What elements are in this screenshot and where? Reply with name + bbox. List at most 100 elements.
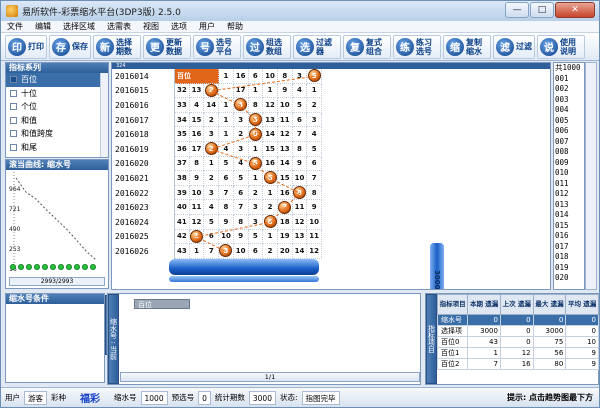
grid-cell[interactable]: 6 bbox=[204, 229, 220, 245]
grid-cell[interactable]: 2 bbox=[204, 83, 220, 99]
grid-cell[interactable]: 39 bbox=[175, 185, 190, 201]
grid-cell[interactable]: 12 bbox=[189, 214, 205, 230]
grid-cell[interactable]: 41 bbox=[175, 214, 190, 230]
grid-cell[interactable]: 9 bbox=[277, 83, 293, 99]
number-item[interactable]: 019 bbox=[554, 263, 584, 274]
grid-cell[interactable]: 14 bbox=[204, 98, 220, 113]
grid-cell[interactable] bbox=[219, 83, 234, 99]
grid-cell[interactable]: 7 bbox=[233, 200, 249, 215]
toolbar-button-1[interactable]: 存保存 bbox=[49, 34, 91, 59]
grid-cell[interactable]: 35 bbox=[175, 127, 190, 142]
grid-cell[interactable]: 2 bbox=[263, 200, 278, 215]
grid-cell[interactable]: 7 bbox=[204, 244, 220, 259]
toolbar-button-8[interactable]: 练练习 选号 bbox=[393, 34, 441, 59]
toolbar-button-2[interactable]: 新选择 期数 bbox=[93, 34, 141, 59]
grid-cell[interactable]: 40 bbox=[175, 200, 190, 215]
number-item[interactable]: 015 bbox=[554, 221, 584, 232]
grid-cell[interactable]: 2 bbox=[263, 244, 278, 259]
grid-cell[interactable]: 4 bbox=[292, 83, 308, 99]
grid-side-bar[interactable]: 3000 / 1000 bbox=[430, 243, 444, 289]
grid-cell[interactable]: 14 bbox=[263, 127, 278, 142]
grid-cell[interactable]: 16 bbox=[263, 156, 278, 172]
toolbar-button-0[interactable]: 印打印 bbox=[5, 34, 47, 59]
grid-cell[interactable]: 5 bbox=[233, 171, 249, 186]
number-item[interactable]: 001 bbox=[554, 74, 584, 85]
grid-cell[interactable]: 13 bbox=[277, 141, 293, 157]
stats-column-header[interactable]: 上次 遗漏 bbox=[499, 294, 534, 315]
minimize-button[interactable]: — bbox=[505, 2, 529, 18]
grid-cell[interactable]: 1 bbox=[248, 171, 264, 186]
grid-cell[interactable]: 5 bbox=[248, 112, 264, 128]
toolbar-button-5[interactable]: 过组选 数组 bbox=[243, 34, 291, 59]
menu-edit[interactable]: 编辑 bbox=[29, 21, 57, 33]
grid-cell[interactable]: 1 bbox=[263, 83, 278, 99]
grid-cell[interactable]: 17 bbox=[189, 141, 205, 157]
indicator-item[interactable]: 和值跨度 bbox=[6, 127, 108, 141]
grid-cell[interactable]: 2 bbox=[307, 98, 323, 113]
grid-cell[interactable]: 5 bbox=[307, 69, 323, 84]
grid-cell[interactable]: 1 bbox=[219, 112, 234, 128]
grid-cell[interactable]: 15 bbox=[189, 112, 205, 128]
number-item[interactable]: 012 bbox=[554, 189, 584, 200]
menu-view[interactable]: 视图 bbox=[137, 21, 165, 33]
indicator-scrollbar[interactable] bbox=[100, 73, 108, 157]
grid-cell[interactable]: 6 bbox=[263, 214, 278, 230]
grid-cell[interactable]: 17 bbox=[233, 83, 249, 99]
grid-cell[interactable]: 8 bbox=[307, 185, 323, 201]
grid-cell[interactable]: 1 bbox=[189, 229, 205, 245]
grid-cell[interactable]: 7 bbox=[307, 171, 323, 186]
grid-cell[interactable]: 7 bbox=[292, 127, 308, 142]
grid-cell[interactable]: 11 bbox=[189, 200, 205, 215]
grid-cell[interactable]: 8 bbox=[233, 214, 249, 230]
grid-cell[interactable]: 2 bbox=[233, 127, 249, 142]
grid-cell[interactable]: 9 bbox=[307, 200, 323, 215]
stats-column-header[interactable]: 指标项目 bbox=[436, 294, 469, 315]
grid-cell[interactable]: 32 bbox=[175, 83, 190, 99]
grid-cell[interactable]: 9 bbox=[233, 229, 249, 245]
number-item[interactable]: 013 bbox=[554, 200, 584, 211]
maximize-button[interactable]: □ bbox=[530, 2, 554, 18]
grid-cell[interactable]: 15 bbox=[277, 171, 293, 186]
grid-cell[interactable]: 6 bbox=[248, 69, 264, 84]
grid-cell[interactable]: 6 bbox=[292, 112, 308, 128]
curve-nav[interactable]: 2993/2993 bbox=[9, 277, 105, 286]
grid-cell[interactable]: 11 bbox=[292, 200, 308, 215]
grid-cell[interactable]: 9 bbox=[292, 156, 308, 172]
grid-cell[interactable]: 5 bbox=[248, 229, 264, 245]
grid-cell[interactable]: 10 bbox=[233, 244, 249, 259]
grid-cell[interactable]: 1 bbox=[248, 141, 264, 157]
highlight-cell[interactable]: 百位 bbox=[175, 69, 220, 84]
grid-cell[interactable]: 34 bbox=[175, 112, 190, 128]
grid-cell[interactable]: 13 bbox=[263, 112, 278, 128]
grid-cell[interactable]: 38 bbox=[175, 171, 190, 186]
grid-cell[interactable]: 10 bbox=[189, 185, 205, 201]
grid-cell[interactable]: 33 bbox=[175, 98, 190, 113]
toolbar-button-7[interactable]: 复复式 组合 bbox=[343, 34, 391, 59]
grid-horizontal-slider[interactable] bbox=[169, 276, 319, 282]
grid-cell[interactable]: 13 bbox=[292, 229, 308, 245]
checkbox[interactable] bbox=[10, 103, 17, 111]
checkbox[interactable] bbox=[10, 130, 17, 138]
indicator-item[interactable]: 个位 bbox=[6, 100, 108, 114]
grid-cell[interactable]: 5 bbox=[307, 141, 323, 157]
grid-cell[interactable]: 3 bbox=[307, 112, 323, 128]
number-item[interactable]: 005 bbox=[554, 116, 584, 127]
grid-cell[interactable]: 2 bbox=[204, 171, 220, 186]
number-item[interactable]: 017 bbox=[554, 242, 584, 253]
checkbox[interactable] bbox=[10, 143, 17, 151]
number-item[interactable]: 010 bbox=[554, 168, 584, 179]
shrink-panel-tab[interactable]: 缩水号 : 当前 bbox=[108, 294, 119, 384]
toolbar-button-3[interactable]: 更更新 数据 bbox=[143, 34, 191, 59]
grid-cell[interactable]: 1 bbox=[219, 69, 234, 84]
grid-cell[interactable]: 6 bbox=[219, 171, 234, 186]
grid-cell[interactable]: 4 bbox=[307, 127, 323, 142]
grid-cell[interactable]: 16 bbox=[277, 185, 293, 201]
grid-cell[interactable]: 1 bbox=[263, 185, 278, 201]
grid-cell[interactable]: 6 bbox=[307, 156, 323, 172]
grid-cell[interactable]: 10 bbox=[292, 171, 308, 186]
stats-row[interactable]: 百位2 7 16 80 9 bbox=[436, 358, 599, 370]
toolbar-button-4[interactable]: 号选号 平台 bbox=[193, 34, 241, 59]
grid-cell[interactable]: 12 bbox=[263, 98, 278, 113]
grid-cell[interactable]: 5 bbox=[292, 98, 308, 113]
checkbox[interactable] bbox=[10, 89, 17, 97]
